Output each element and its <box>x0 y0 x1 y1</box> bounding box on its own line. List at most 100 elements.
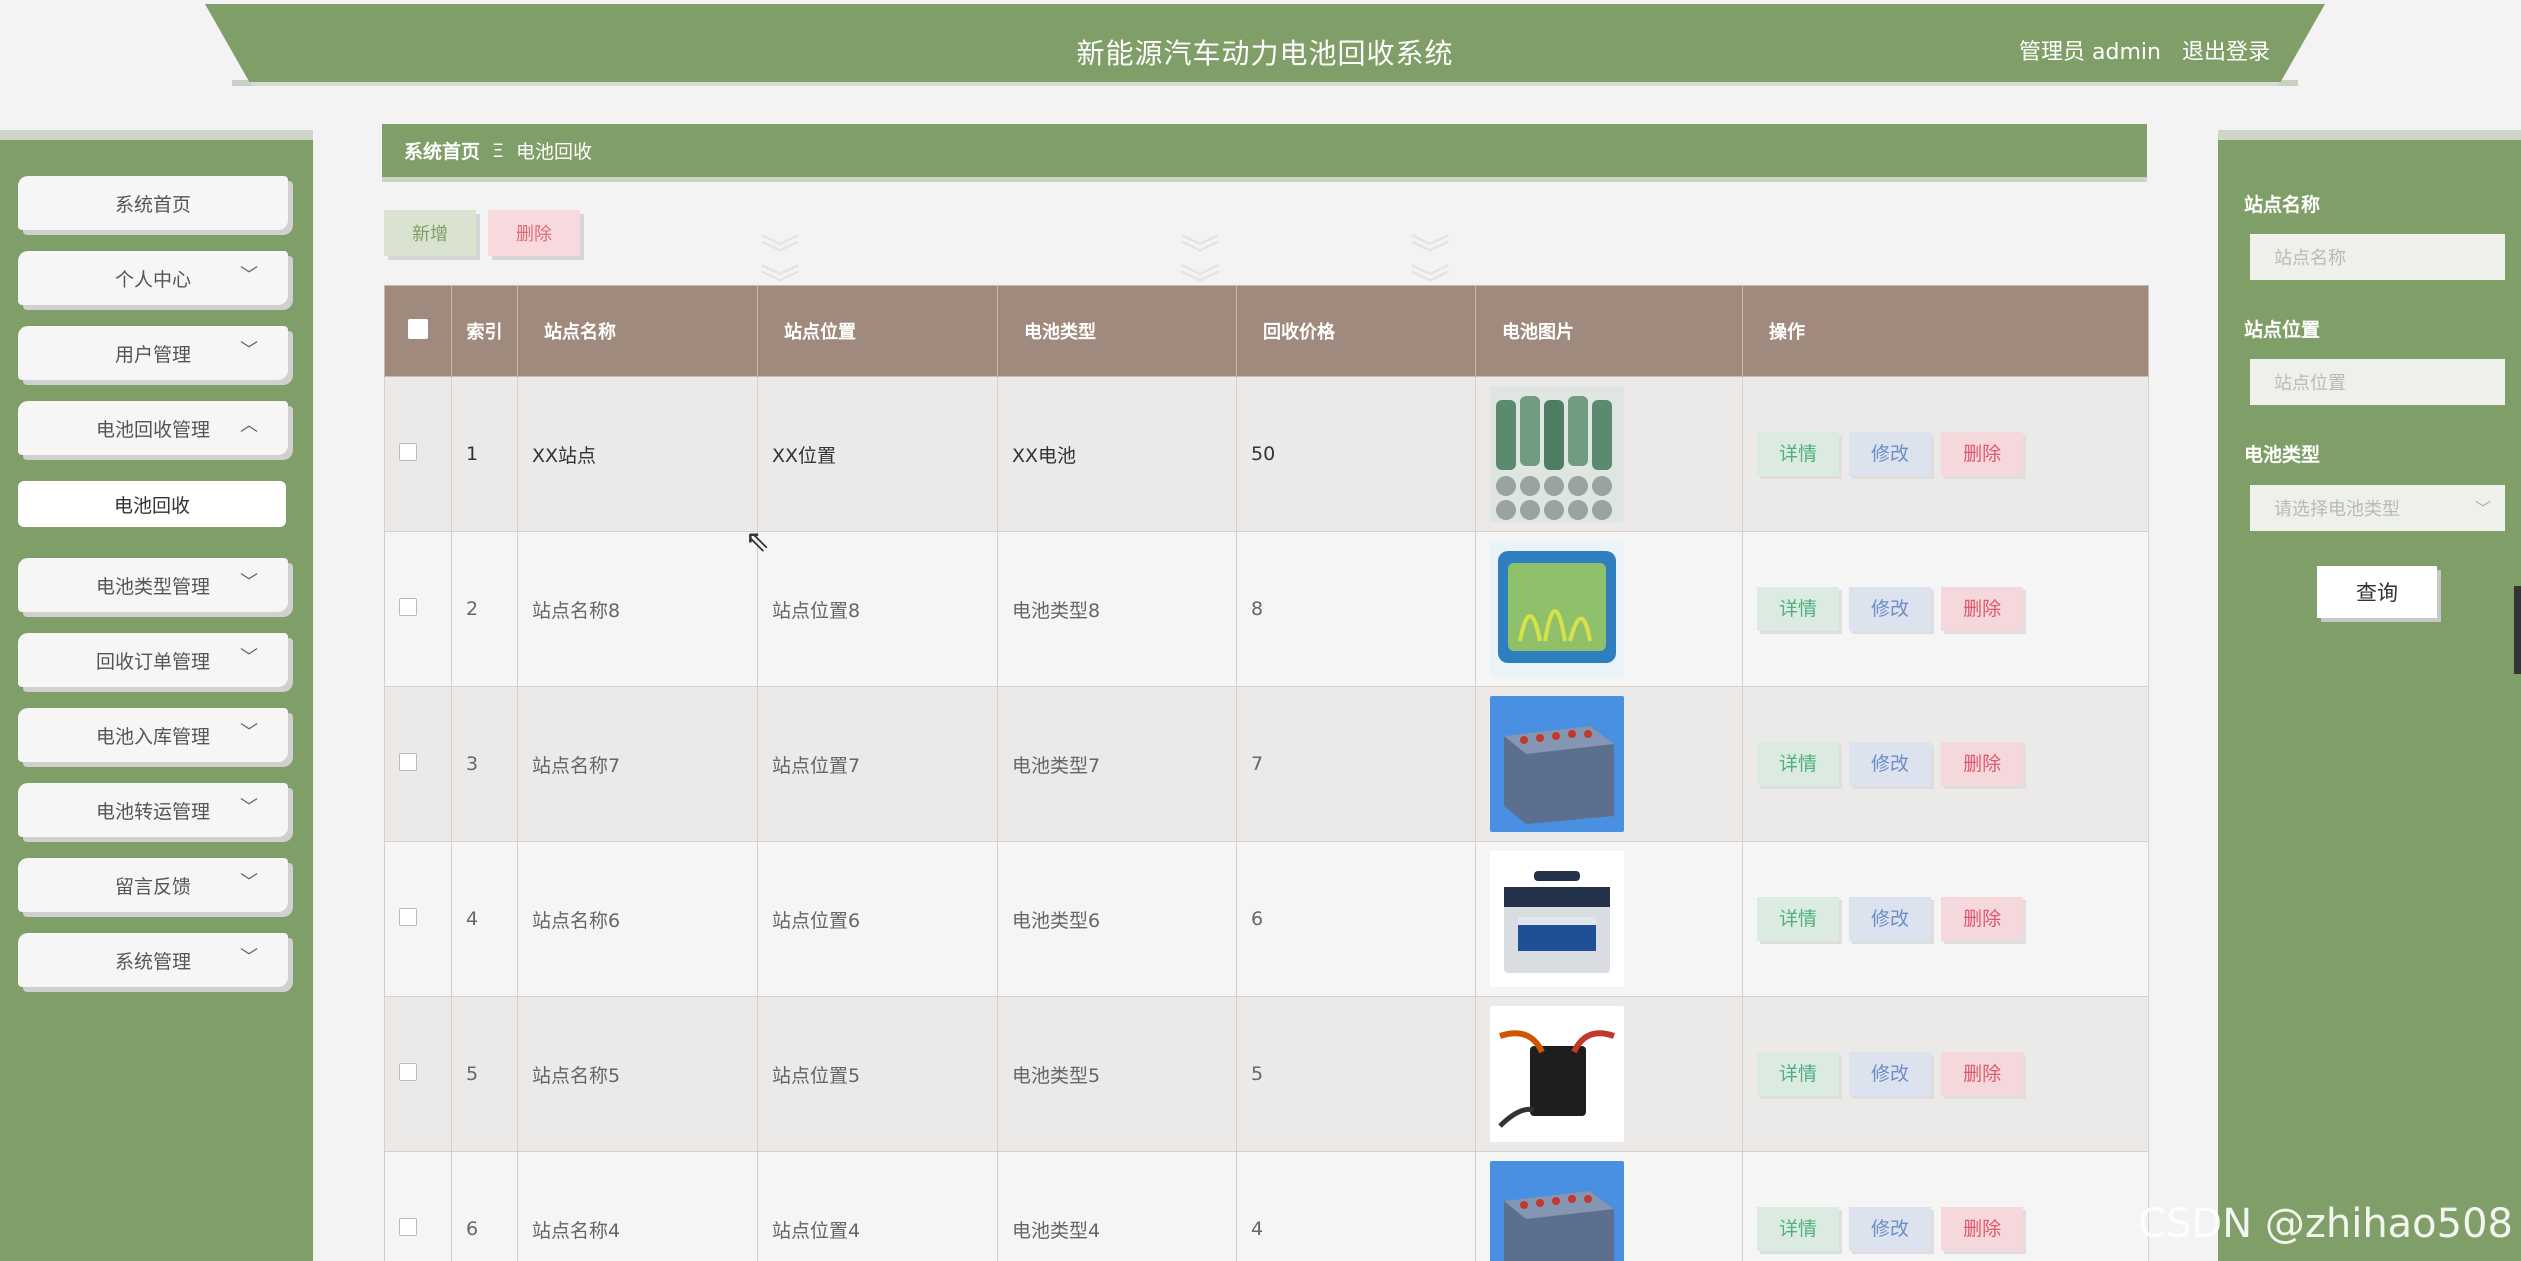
edit-button[interactable]: 修改 <box>1849 1052 1932 1096</box>
site-location-cell: 站点位置5 <box>757 996 998 1152</box>
battery-type-cell: 电池类型8 <box>997 531 1237 687</box>
row-checkbox[interactable] <box>399 1217 417 1236</box>
price-cell: 7 <box>1236 686 1476 842</box>
sidebar-item-label: 留言反馈 <box>114 875 191 898</box>
battery-type-select[interactable]: 请选择电池类型 ﹀ <box>2250 485 2505 531</box>
sidebar-item-system-management[interactable]: 系统管理 ﹀ <box>18 933 288 987</box>
battery-type-cell: 电池类型5 <box>997 996 1237 1152</box>
price-cell: 50 <box>1236 376 1476 532</box>
table-row: 3 站点名称7 站点位置7 电池类型7 7 详情 修改 删除 <box>384 686 2149 842</box>
chevron-down-icon: ﹀ <box>240 722 258 743</box>
delete-button[interactable]: 删除 <box>1941 897 2024 941</box>
site-name-cell: 站点名称5 <box>517 996 758 1152</box>
delete-button[interactable]: 删除 <box>1941 1052 2024 1096</box>
logout-link[interactable]: 退出登录 <box>2182 40 2270 65</box>
row-checkbox[interactable] <box>399 1062 417 1081</box>
image-cell <box>1475 531 1743 687</box>
sidebar-item-feedback[interactable]: 留言反馈 ﹀ <box>18 858 288 912</box>
index-cell: 5 <box>451 996 518 1152</box>
sidebar-subitem-battery-recycle[interactable]: 电池回收 <box>18 481 286 527</box>
top-header: 新能源汽车动力电池回收系统 管理员 admin 退出登录 <box>205 4 2325 86</box>
sidebar-item-battery-storage[interactable]: 电池入库管理 ﹀ <box>18 708 288 762</box>
breadcrumb: 系统首页 Ξ 电池回收 <box>382 124 2147 182</box>
edit-button[interactable]: 修改 <box>1849 742 1932 786</box>
sidebar-edge <box>0 130 313 140</box>
operations-cell: 详情 修改 删除 <box>1742 686 2149 842</box>
chevron-down-icon: ﹀ <box>240 647 258 668</box>
operations-cell: 详情 修改 删除 <box>1742 531 2149 687</box>
chevron-down-icon: ﹀ <box>240 265 258 286</box>
operations-cell: 详情 修改 删除 <box>1742 376 2149 532</box>
sidebar-item-user-management[interactable]: 用户管理 ﹀ <box>18 326 288 380</box>
price-cell: 4 <box>1236 1151 1476 1261</box>
edit-button[interactable]: 修改 <box>1849 1207 1932 1251</box>
battery-type-select-value: 请选择电池类型 <box>2274 499 2400 520</box>
sidebar-item-label: 电池类型管理 <box>95 575 210 598</box>
image-cell <box>1475 996 1743 1152</box>
blue-battery-pack-image <box>1490 1161 1624 1261</box>
price-cell: 6 <box>1236 841 1476 997</box>
detail-button[interactable]: 详情 <box>1757 1052 1839 1096</box>
main-content: 系统首页 Ξ 电池回收 新增 删除 索引 站点名称 站点位置 电池类型 回收价格… <box>382 124 2149 1261</box>
site-name-input[interactable]: 站点名称 <box>2250 234 2505 280</box>
sidebar-item-label: 电池回收管理 <box>95 418 210 441</box>
sidebar-item-battery-transfer[interactable]: 电池转运管理 ﹀ <box>18 783 288 837</box>
sidebar-item-recycle-orders[interactable]: 回收订单管理 ﹀ <box>18 633 288 687</box>
site-location-cell: 站点位置7 <box>757 686 998 842</box>
delete-button[interactable]: 删除 <box>1941 587 2024 631</box>
row-checkbox[interactable] <box>399 907 417 926</box>
edit-button[interactable]: 修改 <box>1849 432 1932 476</box>
chevron-up-icon: ︿ <box>240 415 258 436</box>
sidebar-item-label: 个人中心 <box>114 268 191 291</box>
select-all-header[interactable] <box>384 285 452 377</box>
select-all-checkbox[interactable] <box>408 318 428 339</box>
row-checkbox-cell <box>384 531 452 687</box>
delete-button[interactable]: 删除 <box>1941 1207 2024 1251</box>
edit-button[interactable]: 修改 <box>1849 897 1932 941</box>
chevron-down-icon: ﹀ <box>240 340 258 361</box>
column-header-site-location: 站点位置 <box>757 285 998 377</box>
sidebar-item-home[interactable]: 系统首页 <box>18 176 288 230</box>
operations-cell: 详情 修改 删除 <box>1742 841 2149 997</box>
table-row: 4 站点名称6 站点位置6 电池类型6 6 详情 修改 删除 <box>384 841 2149 997</box>
filter-panel-edge <box>2218 130 2521 140</box>
row-checkbox-cell <box>384 841 452 997</box>
batch-delete-button[interactable]: 删除 <box>488 210 580 256</box>
image-cell <box>1475 686 1743 842</box>
chevron-down-icon: ﹀ <box>240 947 258 968</box>
site-location-label: 站点位置 <box>2244 319 2321 341</box>
sidebar-item-battery-type[interactable]: 电池类型管理 ﹀ <box>18 558 288 612</box>
index-cell: 3 <box>451 686 518 842</box>
edit-button[interactable]: 修改 <box>1849 587 1932 631</box>
sidebar-item-recycle-management[interactable]: 电池回收管理 ︿ <box>18 401 288 455</box>
search-button[interactable]: 查询 <box>2317 566 2437 618</box>
scrollbar-handle[interactable] <box>2514 586 2521 674</box>
detail-button[interactable]: 详情 <box>1757 432 1839 476</box>
site-location-cell: XX位置 <box>757 376 998 532</box>
breadcrumb-home[interactable]: 系统首页 <box>404 137 480 164</box>
detail-button[interactable]: 详情 <box>1757 587 1839 631</box>
add-button[interactable]: 新增 <box>384 210 476 256</box>
battery-cells-image <box>1490 386 1624 522</box>
row-checkbox[interactable] <box>399 752 417 771</box>
delete-button[interactable]: 删除 <box>1941 432 2024 476</box>
detail-button[interactable]: 详情 <box>1757 1207 1839 1251</box>
delete-button[interactable]: 删除 <box>1941 742 2024 786</box>
sidebar-item-label: 系统管理 <box>114 950 191 973</box>
site-name-cell: 站点名称7 <box>517 686 758 842</box>
row-checkbox[interactable] <box>399 597 417 616</box>
site-location-input[interactable]: 站点位置 <box>2250 359 2505 405</box>
sidebar-item-personal-center[interactable]: 个人中心 ﹀ <box>18 251 288 305</box>
table-row: 2 站点名称8 站点位置8 电池类型8 8 详情 修改 删除 <box>384 531 2149 687</box>
grass-battery-image <box>1490 541 1624 677</box>
row-checkbox[interactable] <box>399 442 417 461</box>
column-header-battery-type: 电池类型 <box>997 285 1237 377</box>
row-checkbox-cell <box>384 1151 452 1261</box>
mouse-cursor-icon: ⇖ <box>745 524 771 559</box>
column-header-image: 电池图片 <box>1475 285 1743 377</box>
site-location-cell: 站点位置4 <box>757 1151 998 1261</box>
detail-button[interactable]: 详情 <box>1757 742 1839 786</box>
detail-button[interactable]: 详情 <box>1757 897 1839 941</box>
image-cell <box>1475 1151 1743 1261</box>
column-header-price: 回收价格 <box>1236 285 1476 377</box>
